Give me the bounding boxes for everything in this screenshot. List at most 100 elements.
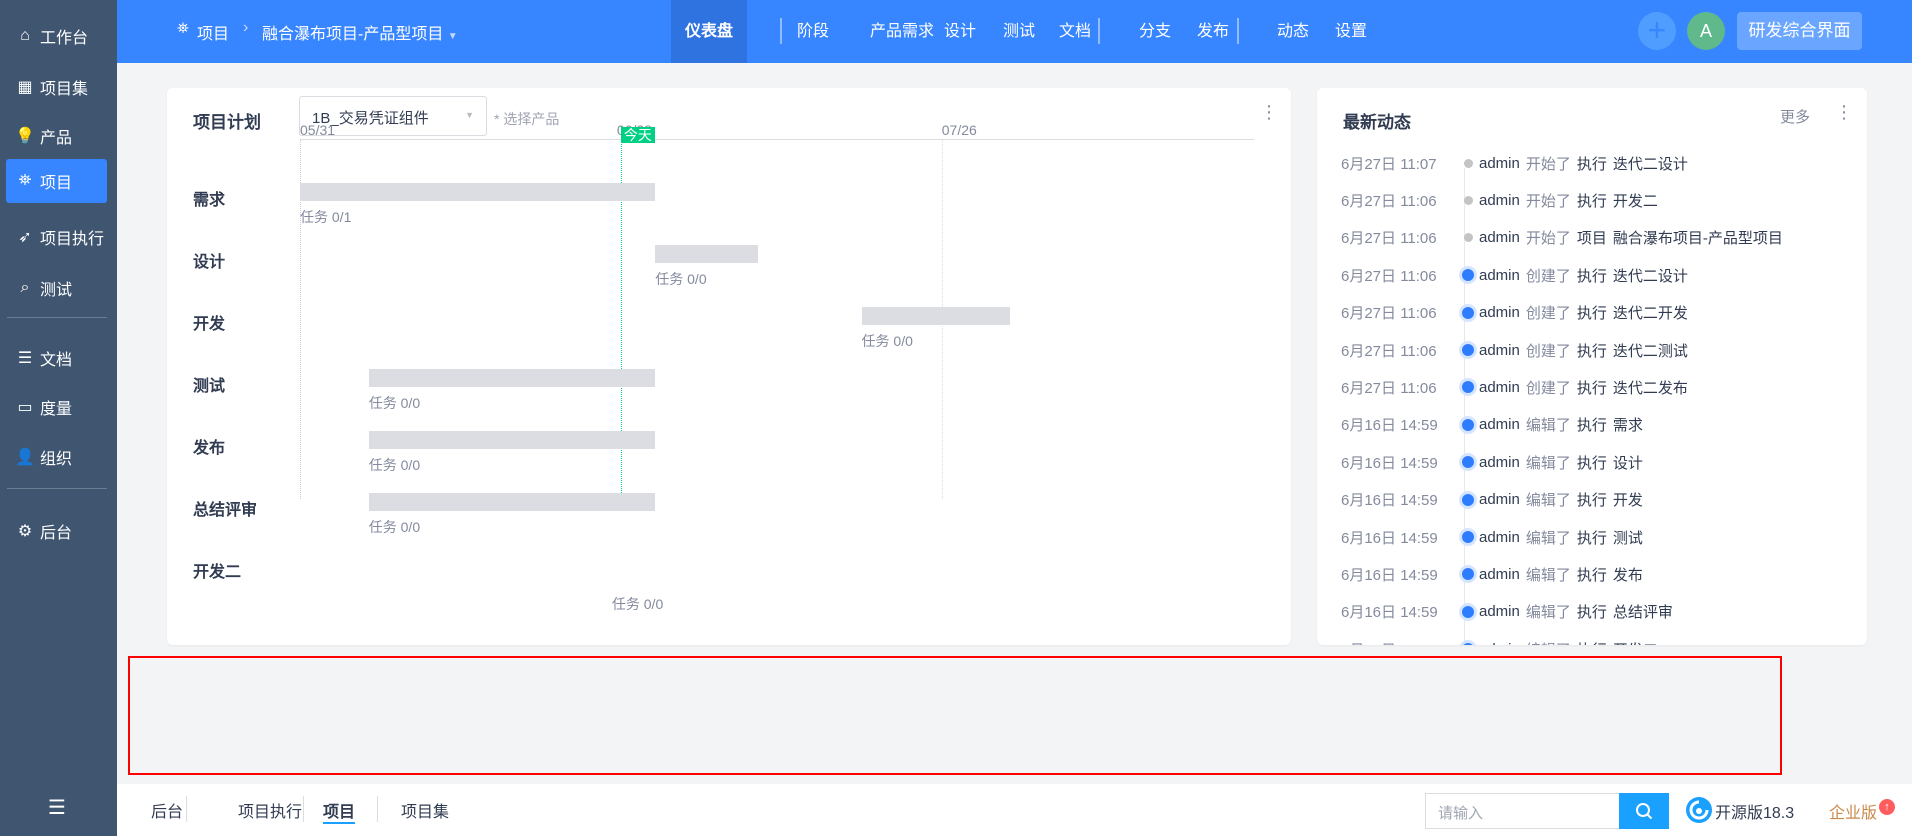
avatar[interactable]: A: [1687, 12, 1725, 50]
activity-item[interactable]: 6月27日 11:06 admin 创建了 执行 迭代二设计: [1341, 263, 1688, 287]
tab-divider: [780, 18, 782, 44]
activity-target-link[interactable]: 迭代二设计: [1613, 265, 1688, 286]
activity-item[interactable]: 6月16日 14:59 admin 编辑了 执行 设计: [1341, 450, 1643, 474]
activity-item[interactable]: 6月27日 11:06 admin 创建了 执行 迭代二开发: [1341, 301, 1688, 325]
gantt-bar[interactable]: [300, 183, 655, 201]
activity-action: 开始了: [1525, 230, 1571, 248]
activity-item[interactable]: 6月27日 11:06 admin 创建了 执行 迭代二发布: [1341, 375, 1688, 399]
activity-target-link[interactable]: 发布: [1613, 564, 1643, 585]
activity-user: admin: [1479, 304, 1520, 322]
sidebar-item-label: 项目集: [40, 81, 89, 98]
activity-target-link[interactable]: 测试: [1613, 527, 1643, 548]
breadcrumb-project[interactable]: 项目: [197, 20, 229, 44]
sidebar-item-2[interactable]: 💡 产品: [6, 114, 107, 158]
gantt-bar[interactable]: [861, 307, 1011, 325]
activity-target-link[interactable]: 迭代二测试: [1613, 340, 1688, 361]
top-navbar: ⛯ 项目 › 融合瀑布项目-产品型项目 ▼ 仪表盘 阶段 产品需求 设计 测试 文档 分支发…: [117, 0, 1912, 63]
activity-target-link[interactable]: 融合瀑布项目-产品型项目: [1613, 227, 1783, 248]
activity-user: admin: [1479, 528, 1520, 546]
footer-tab-1[interactable]: 项目执行: [238, 798, 302, 822]
more-link[interactable]: 更多: [1780, 106, 1810, 127]
footer-tab-0[interactable]: 后台: [151, 798, 183, 822]
tab-7[interactable]: 发布: [1197, 0, 1229, 63]
activity-item[interactable]: 6月16日 14:59 admin 编辑了 执行 发布: [1341, 562, 1643, 586]
activity-item[interactable]: 6月16日 14:59 admin 编辑了 执行 测试: [1341, 525, 1643, 549]
workspace-button[interactable]: 研发综合界面: [1737, 12, 1862, 50]
gantt-task-count: 任务 0/0: [368, 395, 421, 411]
activity-target-link[interactable]: 开发: [1613, 489, 1643, 510]
gantt-bar[interactable]: [655, 245, 758, 263]
gantt-bar[interactable]: [368, 431, 655, 449]
activity-action: 开始了: [1525, 192, 1571, 210]
sidebar-item-1[interactable]: ▦ 项目集: [6, 65, 107, 109]
project-plan-card: 项目计划 1B_交易凭证组件 ▼ * 选择产品 ⋮ 05/3107/2606/2…: [167, 88, 1291, 645]
activity-item[interactable]: 6月27日 11:06 admin 开始了 执行 开发二: [1341, 188, 1658, 212]
search-button[interactable]: [1619, 793, 1669, 829]
activity-action: 开始了: [1525, 155, 1571, 173]
upgrade-icon[interactable]: ↑: [1879, 799, 1895, 815]
tab-2[interactable]: 产品需求: [870, 0, 934, 63]
activity-item[interactable]: 6月16日 14:59 admin 编辑了 执行 总结评审: [1341, 600, 1673, 624]
tab-3[interactable]: 设计: [944, 0, 976, 63]
gantt-task-count: 任务 0/0: [655, 271, 707, 287]
project-switcher[interactable]: 融合瀑布项目-产品型项目 ▼: [262, 20, 458, 44]
more-options-icon[interactable]: ⋮: [1835, 102, 1853, 123]
sidebar-item-8[interactable]: 👤 组织: [6, 435, 107, 479]
axis-line: [300, 139, 1254, 140]
activity-time: 6月16日 14:59: [1341, 639, 1459, 645]
version-label: 开源版18.3: [1715, 805, 1795, 822]
activity-item[interactable]: 6月16日 14:59 admin 编辑了执行开发二: [1341, 637, 1658, 645]
activity-action: 创建了: [1525, 305, 1571, 323]
activity-item[interactable]: 6月27日 11:06 admin 开始了 项目 融合瀑布项目-产品型项目: [1341, 226, 1783, 250]
activity-target-link[interactable]: 需求: [1613, 414, 1643, 435]
sidebar-item-0[interactable]: ⌂ 工作台: [6, 14, 107, 58]
tab-1[interactable]: 阶段: [797, 0, 829, 63]
activity-action: 创建了: [1525, 267, 1571, 285]
activity-time: 6月27日 11:06: [1341, 379, 1437, 397]
activity-target-link[interactable]: 迭代二发布: [1613, 377, 1688, 398]
gantt-task-count: 任务 0/0: [368, 457, 421, 473]
sidebar-item-7[interactable]: ▭ 度量: [6, 385, 107, 429]
tab-0[interactable]: 仪表盘: [671, 0, 748, 63]
timeline-dot-icon: [1462, 456, 1474, 469]
collapse-sidebar-icon[interactable]: ☰: [48, 795, 66, 820]
tab-4[interactable]: 测试: [1003, 0, 1035, 63]
activity-type: 执行: [1576, 604, 1607, 622]
activity-target-link[interactable]: 迭代二设计: [1613, 153, 1688, 174]
activity-item[interactable]: 6月16日 14:59 admin 编辑了 执行 需求: [1341, 413, 1643, 437]
gantt-bar[interactable]: [368, 493, 655, 511]
sidebar-item-label: 项目: [40, 175, 73, 192]
tab-9[interactable]: 设置: [1335, 0, 1367, 63]
tab-6[interactable]: 分支: [1139, 0, 1171, 63]
sidebar-item-5[interactable]: ⌕ 测试: [6, 266, 107, 310]
search-input[interactable]: 请输入: [1425, 793, 1619, 829]
caret-down-icon: ▼: [447, 31, 458, 42]
activity-item[interactable]: 6月27日 11:06 admin 创建了 执行 迭代二测试: [1341, 338, 1688, 362]
timeline-dot-icon: [1464, 158, 1473, 168]
activity-target-link[interactable]: 开发二: [1613, 639, 1658, 645]
gantt-bar[interactable]: [368, 369, 655, 387]
create-button[interactable]: +: [1638, 12, 1676, 50]
activity-item[interactable]: 6月27日 11:07 admin 开始了 执行 迭代二设计: [1341, 151, 1688, 175]
activity-target-link[interactable]: 开发二: [1613, 190, 1658, 211]
sidebar-item-6[interactable]: ☰ 文档: [6, 336, 107, 380]
activity-type: 执行: [1576, 454, 1607, 472]
activity-user: admin: [1479, 266, 1520, 284]
sidebar-item-3[interactable]: ⛯ 项目: [6, 159, 107, 203]
activity-target-link[interactable]: 迭代二开发: [1613, 302, 1688, 323]
gantt-row-label: 总结评审: [193, 502, 258, 519]
activity-target-link[interactable]: 设计: [1613, 452, 1643, 473]
sidebar-item-9[interactable]: ⚙ 后台: [6, 509, 107, 553]
footer-tab-3[interactable]: 项目集: [401, 798, 449, 822]
sidebar-item-4[interactable]: ➶ 项目执行: [6, 215, 107, 259]
footer-tab-2[interactable]: 项目: [323, 798, 356, 824]
activity-target-link[interactable]: 总结评审: [1613, 601, 1673, 622]
activity-type: 执行: [1576, 192, 1607, 210]
activity-user: admin: [1479, 416, 1520, 434]
tab-5[interactable]: 文档: [1059, 0, 1091, 63]
activity-item[interactable]: 6月16日 14:59 admin 编辑了 执行 开发: [1341, 488, 1643, 512]
axis-tick-label: 05/31: [300, 122, 336, 138]
timeline-dot-icon: [1462, 493, 1474, 506]
enterprise-link[interactable]: 企业版: [1829, 799, 1877, 823]
tab-8[interactable]: 动态: [1277, 0, 1309, 63]
